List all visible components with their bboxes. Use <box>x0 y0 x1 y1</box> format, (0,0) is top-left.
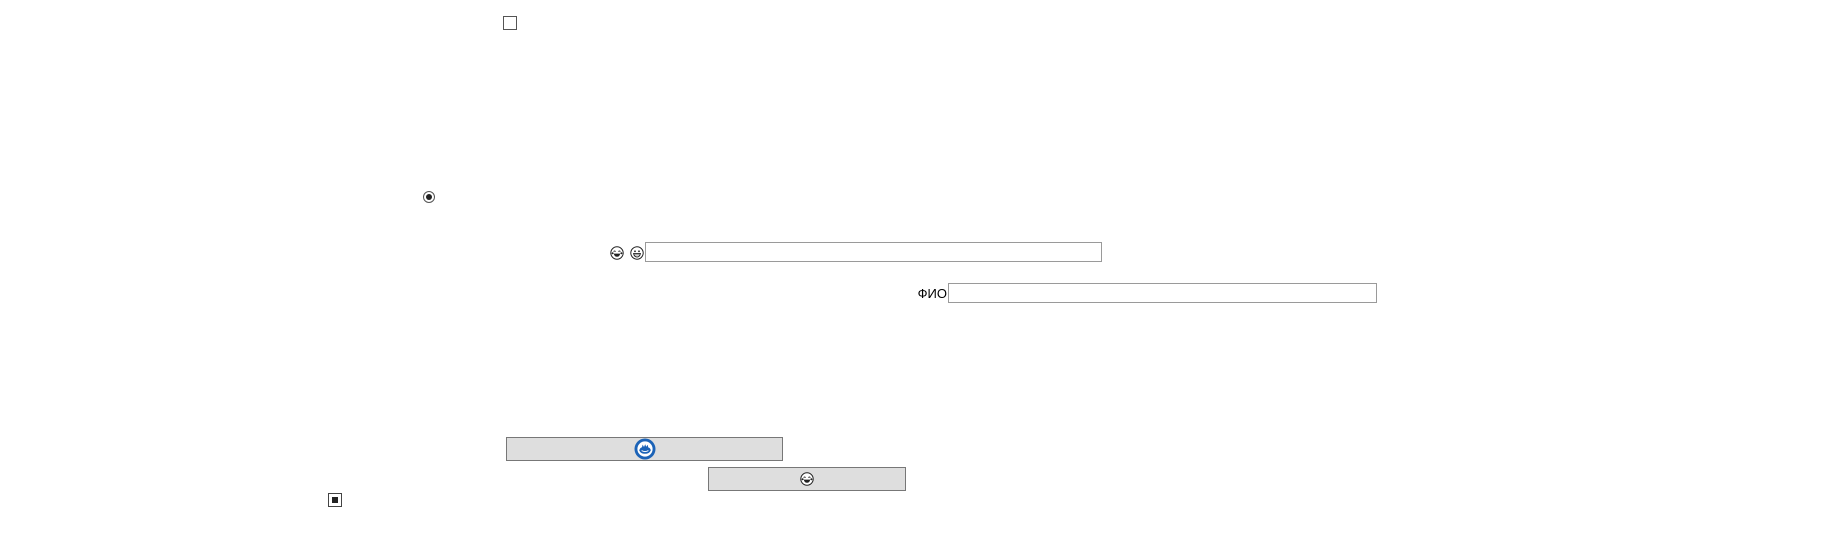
radio-button[interactable] <box>423 191 435 203</box>
bottom-checkbox[interactable] <box>328 493 342 507</box>
blue-round-logo-icon <box>634 438 655 460</box>
fio-label: ФИО <box>917 286 947 301</box>
emoji-button[interactable] <box>708 467 906 491</box>
grinning-face-icon <box>630 246 644 260</box>
laughing-face-icon <box>800 472 814 486</box>
top-checkbox[interactable] <box>503 16 517 30</box>
emoji-row-input[interactable] <box>645 242 1102 262</box>
laughing-face-icon <box>610 246 624 260</box>
checkbox-checked-mark <box>332 497 338 503</box>
logo-button[interactable] <box>506 437 783 461</box>
fio-input[interactable] <box>948 283 1377 303</box>
radio-selected-dot <box>426 194 432 200</box>
